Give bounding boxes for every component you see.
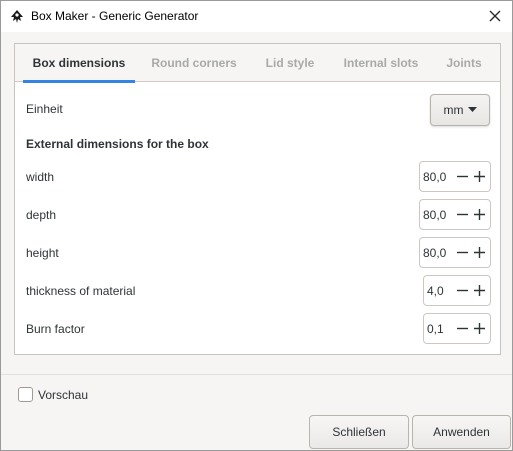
depth-spinbutton [419, 199, 491, 230]
thickness-decrement-button[interactable] [454, 276, 471, 305]
burn-factor-increment-button[interactable] [471, 314, 488, 343]
close-button[interactable]: Schließen [309, 415, 409, 449]
unit-dropdown-value: mm [443, 103, 464, 117]
thickness-spinbutton [423, 275, 491, 306]
settings-notebook: Box dimensions Round corners Lid style I… [14, 43, 501, 355]
close-icon [489, 10, 501, 22]
height-spinbutton [419, 237, 491, 268]
height-label: height [26, 246, 59, 260]
minus-icon [457, 251, 468, 254]
depth-decrement-button[interactable] [454, 200, 471, 229]
height-decrement-button[interactable] [454, 238, 471, 267]
burn-factor-label: Burn factor [26, 322, 85, 336]
tab-lid-style[interactable]: Lid style [259, 44, 321, 82]
plus-icon [474, 323, 485, 334]
minus-icon [457, 175, 468, 178]
title-bar[interactable]: Box Maker - Generic Generator [1, 1, 512, 32]
width-label: width [26, 170, 55, 184]
thickness-label: thickness of material [26, 284, 136, 298]
unit-label: Einheit [26, 102, 63, 116]
window-title: Box Maker - Generic Generator [31, 9, 199, 23]
minus-icon [457, 213, 468, 216]
dialog-window: Box Maker - Generic Generator Box dimens… [0, 0, 513, 451]
separator [1, 374, 512, 375]
thickness-input[interactable] [424, 276, 454, 305]
plus-icon [474, 285, 485, 296]
thickness-increment-button[interactable] [471, 276, 488, 305]
tab-bar: Box dimensions Round corners Lid style I… [15, 44, 500, 83]
burn-factor-input[interactable] [424, 314, 454, 343]
inkscape-icon [9, 9, 25, 25]
tab-round-corners[interactable]: Round corners [146, 44, 242, 82]
depth-label: depth [26, 208, 57, 222]
width-spinbutton [419, 161, 491, 192]
plus-icon [474, 247, 485, 258]
height-increment-button[interactable] [471, 238, 488, 267]
minus-icon [457, 327, 468, 330]
width-input[interactable] [420, 162, 454, 191]
close-window-button[interactable] [486, 7, 504, 25]
depth-input[interactable] [420, 200, 454, 229]
apply-button[interactable]: Anwenden [412, 415, 511, 449]
plus-icon [474, 171, 485, 182]
width-decrement-button[interactable] [454, 162, 471, 191]
unit-dropdown[interactable]: mm [430, 94, 490, 126]
tab-box-dimensions[interactable]: Box dimensions [23, 44, 135, 83]
preview-checkbox[interactable] [18, 387, 33, 402]
tab-internal-slots[interactable]: Internal slots [338, 44, 424, 82]
minus-icon [457, 289, 468, 292]
burn-factor-spinbutton [423, 313, 491, 344]
burn-factor-decrement-button[interactable] [454, 314, 471, 343]
section-heading: External dimensions for the box [26, 137, 209, 151]
tab-joints[interactable]: Joints [441, 44, 487, 82]
height-input[interactable] [420, 238, 454, 267]
preview-label[interactable]: Vorschau [38, 388, 88, 402]
plus-icon [474, 209, 485, 220]
triangle-down-icon [467, 107, 477, 112]
depth-increment-button[interactable] [471, 200, 488, 229]
width-increment-button[interactable] [471, 162, 488, 191]
